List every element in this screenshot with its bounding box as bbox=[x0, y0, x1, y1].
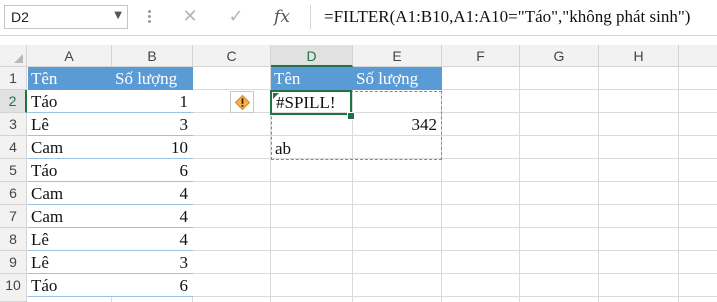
cell-e1[interactable]: Số lượng bbox=[353, 67, 442, 90]
cell-b9[interactable]: 3 bbox=[112, 251, 193, 274]
name-box[interactable]: D2 ▼ bbox=[4, 5, 128, 29]
formula-input[interactable]: =FILTER(A1:B10,A1:A10="Táo","không phát … bbox=[310, 5, 714, 29]
cell-b4[interactable]: 10 bbox=[112, 136, 193, 159]
cell-a10[interactable]: Táo bbox=[28, 274, 112, 297]
row-header-7[interactable]: 7 bbox=[0, 205, 27, 228]
column-header-h[interactable]: H bbox=[599, 45, 679, 67]
cell-a3[interactable]: Lê bbox=[28, 113, 112, 136]
cell-a8[interactable]: Lê bbox=[28, 228, 112, 251]
column-header-g[interactable]: G bbox=[520, 45, 599, 67]
column-header-c[interactable]: C bbox=[193, 45, 271, 67]
gridline bbox=[519, 67, 520, 302]
fill-handle[interactable] bbox=[347, 112, 355, 120]
row-header-10[interactable]: 10 bbox=[0, 274, 27, 302]
column-header-d[interactable]: D bbox=[271, 45, 353, 67]
name-box-value: D2 bbox=[11, 9, 29, 25]
cancel-icon[interactable]: ✕ bbox=[172, 5, 208, 29]
gridline bbox=[678, 67, 679, 302]
formula-text: =FILTER(A1:B10,A1:A10="Táo","không phát … bbox=[324, 7, 691, 26]
insert-function-icon[interactable]: fx bbox=[264, 5, 300, 29]
column-header-b[interactable]: B bbox=[112, 45, 193, 67]
row-header-2[interactable]: 2 bbox=[0, 90, 27, 113]
cell-a2[interactable]: Táo bbox=[28, 90, 112, 113]
column-header-a[interactable]: A bbox=[27, 45, 112, 67]
cell-a1[interactable]: Tên bbox=[28, 67, 112, 90]
drag-handle-icon[interactable] bbox=[146, 8, 152, 26]
row-header-5[interactable]: 5 bbox=[0, 159, 27, 182]
gridline bbox=[598, 67, 599, 302]
active-cell-border bbox=[270, 90, 352, 115]
cell-a5[interactable]: Táo bbox=[28, 159, 112, 182]
cell-d1[interactable]: Tên bbox=[271, 67, 353, 90]
cell-b3[interactable]: 3 bbox=[112, 113, 193, 136]
cell-b6[interactable]: 4 bbox=[112, 182, 193, 205]
cell-a7[interactable]: Cam bbox=[28, 205, 112, 228]
chevron-down-icon[interactable]: ▼ bbox=[114, 10, 122, 21]
cell-b10[interactable]: 6 bbox=[112, 274, 193, 297]
row-header-3[interactable]: 3 bbox=[0, 113, 27, 136]
cell-b2[interactable]: 1 bbox=[112, 90, 193, 113]
column-header-f[interactable]: F bbox=[442, 45, 520, 67]
cell-b5[interactable]: 6 bbox=[112, 159, 193, 182]
warning-diamond-icon bbox=[235, 95, 250, 110]
cell-a4[interactable]: Cam bbox=[28, 136, 112, 159]
row-header-6[interactable]: 6 bbox=[0, 182, 27, 205]
row-header-8[interactable]: 8 bbox=[0, 228, 27, 251]
cell-b8[interactable]: 4 bbox=[112, 228, 193, 251]
cell-b7[interactable]: 4 bbox=[112, 205, 193, 228]
enter-icon[interactable]: ✓ bbox=[218, 5, 254, 29]
row-header-9[interactable]: 9 bbox=[0, 251, 27, 274]
cell-a9[interactable]: Lê bbox=[28, 251, 112, 274]
cell-b1[interactable]: Số lượng bbox=[112, 67, 193, 90]
cell-a6[interactable]: Cam bbox=[28, 182, 112, 205]
formula-bar: D2 ▼ ✕ ✓ fx =FILTER(A1:B10,A1:A10="Táo",… bbox=[0, 0, 717, 36]
error-warning-button[interactable] bbox=[230, 91, 254, 113]
select-all-corner[interactable] bbox=[0, 45, 27, 67]
row-header-4[interactable]: 4 bbox=[0, 136, 27, 159]
row-header-1[interactable]: 1 bbox=[0, 67, 27, 90]
column-header-e[interactable]: E bbox=[353, 45, 442, 67]
column-header-next[interactable] bbox=[679, 45, 717, 67]
error-indicator-icon bbox=[273, 93, 279, 99]
